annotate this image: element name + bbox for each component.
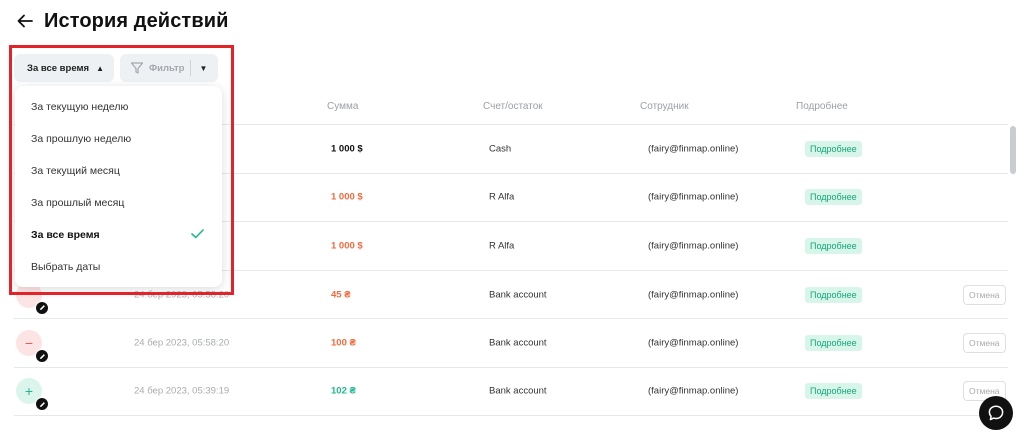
option-label: За прошлый месяц (31, 197, 125, 209)
option-label: За текущий месяц (31, 165, 120, 177)
row-date: 24 бер 2023, 05:58:20 (134, 337, 230, 349)
cancel-button[interactable]: Отмена (963, 333, 1006, 354)
period-option-choose-dates[interactable]: Выбрать даты (15, 251, 222, 283)
row-account: Bank account (489, 337, 547, 349)
details-badge[interactable]: Подробнее (805, 189, 862, 206)
option-label: За все время (31, 229, 100, 241)
back-button[interactable] (14, 10, 36, 32)
period-option-all-time[interactable]: За все время (15, 219, 222, 251)
plus-icon: + (16, 378, 49, 412)
scrollbar-thumb[interactable] (1010, 126, 1016, 174)
page-title: История действий (44, 9, 229, 32)
row-amount: 100 ₴ (331, 337, 356, 349)
filter-label: Фильтр (149, 62, 185, 74)
row-account: R Alfa (489, 240, 515, 252)
details-badge[interactable]: Подробнее (805, 140, 862, 157)
row-amount: 1 000 $ (331, 143, 363, 155)
period-option-current-week[interactable]: За текущую неделю (15, 91, 222, 123)
period-dropdown: За текущую неделю За прошлую неделю За т… (15, 86, 222, 287)
details-badge[interactable]: Подробнее (805, 286, 862, 303)
row-employee: (fairy@finmap.online) (648, 143, 739, 155)
row-amount: 1 000 $ (331, 240, 363, 252)
table-row[interactable]: + 24 бер 2023, 05:39:19 102 ₴ Bank accou… (14, 366, 1008, 416)
row-date: 24 бер 2023, 05:58:20 (134, 289, 230, 301)
caret-down-icon[interactable]: ▼ (199, 64, 207, 73)
arrow-left-icon (17, 14, 33, 28)
row-employee: (fairy@finmap.online) (648, 240, 739, 252)
cancel-button[interactable]: Отмена (963, 284, 1006, 305)
row-employee: (fairy@finmap.online) (648, 191, 739, 203)
period-label: За все время (27, 62, 90, 74)
filter-divider (190, 60, 192, 76)
row-account: Bank account (489, 289, 547, 301)
details-badge[interactable]: Подробнее (805, 383, 862, 400)
funnel-icon (130, 62, 144, 74)
row-employee: (fairy@finmap.online) (648, 337, 739, 349)
row-employee: (fairy@finmap.online) (648, 385, 739, 397)
caret-up-icon: ▲ (96, 63, 104, 73)
chat-bubble-icon (988, 405, 1004, 421)
chat-button[interactable] (979, 396, 1013, 430)
toolbar: За все время ▲ Фильтр ▼ (14, 54, 218, 82)
row-amount: 45 ₴ (331, 289, 351, 301)
row-account: Cash (489, 143, 512, 155)
table-row[interactable]: − 24 бер 2023, 05:58:20 100 ₴ Bank accou… (14, 318, 1008, 367)
column-account[interactable]: Счет/остаток (483, 101, 543, 112)
minus-icon: − (16, 330, 49, 364)
option-label: Выбрать даты (31, 261, 101, 273)
page: История действий За все время ▲ Фильтр ▼… (0, 0, 1024, 441)
row-amount: 102 ₴ (331, 385, 356, 397)
period-option-current-month[interactable]: За текущий месяц (15, 155, 222, 187)
pencil-icon[interactable] (35, 397, 49, 412)
row-amount: 1 000 $ (331, 191, 363, 203)
row-employee: (fairy@finmap.online) (648, 289, 739, 301)
option-label: За текущую неделю (31, 101, 129, 113)
column-employee[interactable]: Сотрудник (640, 101, 689, 112)
header: История действий (14, 6, 229, 36)
details-badge[interactable]: Подробнее (805, 237, 862, 254)
row-account: Bank account (489, 385, 547, 397)
row-account: R Alfa (489, 191, 515, 203)
period-option-last-week[interactable]: За прошлую неделю (15, 123, 222, 155)
period-select-button[interactable]: За все время ▲ (14, 54, 114, 82)
details-badge[interactable]: Подробнее (805, 335, 862, 352)
column-details: Подробнее (796, 101, 848, 112)
column-amount[interactable]: Сумма (327, 101, 358, 112)
pencil-icon[interactable] (35, 300, 49, 315)
row-date: 24 бер 2023, 05:39:19 (134, 385, 230, 397)
option-label: За прошлую неделю (31, 133, 132, 145)
check-icon (191, 229, 204, 239)
filter-button[interactable]: Фильтр ▼ (120, 54, 218, 82)
period-option-last-month[interactable]: За прошлый месяц (15, 187, 222, 219)
pencil-icon[interactable] (35, 349, 49, 364)
